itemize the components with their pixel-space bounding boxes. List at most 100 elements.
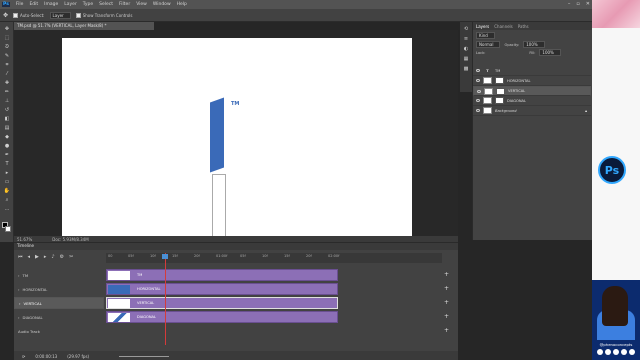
track-label-tm[interactable]: › TM	[14, 269, 104, 281]
eraser-icon[interactable]: ◧	[3, 116, 11, 122]
playhead-line[interactable]	[165, 253, 166, 345]
lasso-icon[interactable]: ᘐ	[3, 44, 11, 50]
fill-field[interactable]: 100%	[539, 49, 561, 56]
blend-mode-dropdown[interactable]: Normal	[476, 41, 501, 48]
healing-brush-icon[interactable]: ✚	[3, 80, 11, 86]
render-video-icon[interactable]: ⟳	[22, 354, 25, 359]
auto-select-dropdown[interactable]: Layer	[49, 11, 71, 19]
menu-window[interactable]: Window	[153, 2, 171, 7]
quick-select-icon[interactable]: ✎	[3, 53, 11, 59]
add-media-icon[interactable]: +	[444, 285, 449, 292]
visibility-eye-icon[interactable]	[476, 79, 480, 82]
move-tool-icon[interactable]: ✥	[3, 12, 8, 19]
clip-diagonal[interactable]: DIAGONAL	[106, 311, 338, 323]
pen-icon[interactable]: ✒	[3, 152, 11, 158]
auto-select-option[interactable]: Auto-Select:	[13, 12, 45, 18]
clip-horizontal[interactable]: HORIZONTAL	[106, 283, 338, 295]
tab-paths[interactable]: Paths	[518, 24, 529, 29]
visibility-eye-icon[interactable]	[476, 109, 480, 112]
libraries-icon[interactable]: ▦	[462, 56, 470, 62]
track-label-audio[interactable]: Audio Track	[14, 325, 104, 337]
rectangle-icon[interactable]: ▭	[3, 179, 11, 185]
menu-edit[interactable]: Edit	[29, 2, 38, 7]
kind-filter-dropdown[interactable]: Kind	[476, 32, 495, 39]
adjustments-icon[interactable]: ◐	[462, 46, 470, 52]
gradient-icon[interactable]: ▤	[3, 125, 11, 131]
playhead-handle[interactable]	[162, 254, 168, 259]
expand-arrow-icon[interactable]: ›	[18, 287, 20, 292]
menu-view[interactable]: View	[136, 2, 147, 7]
document-tab[interactable]: TM.psd @ 51.7% (VERTICAL, Layer Mask/8) …	[14, 22, 154, 30]
menu-layer[interactable]: Layer	[64, 2, 77, 7]
transform-option[interactable]: Show Transform Controls	[75, 12, 132, 18]
layer-mask-thumbnail[interactable]	[495, 77, 504, 84]
move-icon[interactable]: ✥	[3, 26, 11, 32]
opacity-field[interactable]: 100%	[523, 41, 545, 48]
next-frame-icon[interactable]: ▸	[44, 254, 47, 260]
brush-icon[interactable]: ✏	[3, 89, 11, 95]
tab-channels[interactable]: Channels	[494, 24, 513, 29]
history-icon[interactable]: ⟲	[462, 26, 470, 32]
visibility-eye-icon[interactable]	[476, 99, 480, 102]
properties-icon[interactable]: ≡	[462, 36, 470, 42]
marquee-icon[interactable]: ⬚	[3, 35, 11, 41]
eyedropper-icon[interactable]: ⁄	[3, 71, 11, 77]
swatches-icon[interactable]: ▩	[462, 66, 470, 72]
add-media-icon[interactable]: +	[444, 271, 449, 278]
history-brush-icon[interactable]: ↺	[3, 107, 11, 113]
background-color-swatch[interactable]	[5, 226, 11, 232]
type-icon[interactable]: T	[3, 161, 11, 167]
layer-row-horizontal[interactable]: HORIZONTAL	[473, 76, 591, 86]
add-media-icon[interactable]: +	[444, 299, 449, 306]
add-media-icon[interactable]: +	[444, 327, 449, 334]
menu-file[interactable]: File	[16, 2, 24, 7]
close-button[interactable]: ✕	[586, 1, 590, 7]
tab-layers[interactable]: Layers	[476, 24, 489, 29]
vertical-shape[interactable]	[210, 97, 224, 173]
menu-type[interactable]: Type	[83, 2, 93, 7]
layer-row-diagonal[interactable]: DIAGONAL	[473, 96, 591, 106]
clip-tm[interactable]: TM	[106, 269, 338, 281]
layer-row-vertical[interactable]: VERTICAL	[473, 86, 591, 96]
dodge-icon[interactable]: ●	[3, 143, 11, 149]
maximize-button[interactable]: ▫	[576, 1, 579, 7]
zoom-icon[interactable]: ⌕	[3, 197, 11, 203]
document-canvas[interactable]	[62, 38, 412, 236]
time-ruler[interactable]: 00 05f 10f 15f 20f 01:00f 05f 10f 15f 20…	[106, 253, 442, 263]
audio-icon[interactable]: ♪	[51, 254, 54, 260]
layer-mask-thumbnail[interactable]	[495, 97, 504, 104]
prev-frame-icon[interactable]: ◂	[28, 254, 31, 260]
visibility-eye-icon[interactable]	[476, 69, 480, 72]
expand-arrow-icon[interactable]: ›	[18, 315, 20, 320]
path-select-icon[interactable]: ▸	[3, 170, 11, 176]
clip-vertical[interactable]: VERTICAL	[106, 297, 338, 309]
menu-filter[interactable]: Filter	[119, 2, 130, 7]
menu-select[interactable]: Select	[99, 2, 113, 7]
blur-icon[interactable]: ◆	[3, 134, 11, 140]
layer-row-background[interactable]: Background 🔒︎	[473, 106, 591, 116]
add-media-icon[interactable]: +	[444, 313, 449, 320]
crop-icon[interactable]: ⌗	[3, 62, 11, 68]
play-icon[interactable]: ▶	[35, 254, 39, 260]
auto-select-checkbox[interactable]	[13, 12, 19, 18]
clone-stamp-icon[interactable]: ⊥	[3, 98, 11, 104]
more-tools-icon[interactable]: …	[3, 206, 11, 212]
minimize-button[interactable]: –	[568, 1, 571, 7]
track-label-diagonal[interactable]: › DIAGONAL	[14, 311, 104, 323]
settings-icon[interactable]: ⚙	[60, 254, 64, 260]
menu-image[interactable]: Image	[44, 2, 58, 7]
expand-arrow-icon[interactable]: ›	[18, 273, 20, 278]
expand-arrow-icon[interactable]: ›	[19, 301, 21, 306]
layer-mask-thumbnail[interactable]	[496, 87, 505, 95]
zoom-slider[interactable]	[119, 355, 170, 357]
track-label-horizontal[interactable]: › HORIZONTAL	[14, 283, 104, 295]
zoom-readout[interactable]: 51.67%	[17, 237, 32, 242]
visibility-eye-icon[interactable]	[477, 89, 481, 93]
layer-row-tm[interactable]: T TM	[473, 66, 591, 76]
split-icon[interactable]: ✂	[69, 254, 73, 260]
menu-help[interactable]: Help	[177, 2, 187, 7]
transform-checkbox[interactable]	[75, 12, 81, 18]
hand-icon[interactable]: ✋	[3, 188, 11, 194]
track-label-vertical[interactable]: › VERTICAL	[14, 297, 104, 309]
first-frame-icon[interactable]: ⏮	[18, 254, 23, 260]
